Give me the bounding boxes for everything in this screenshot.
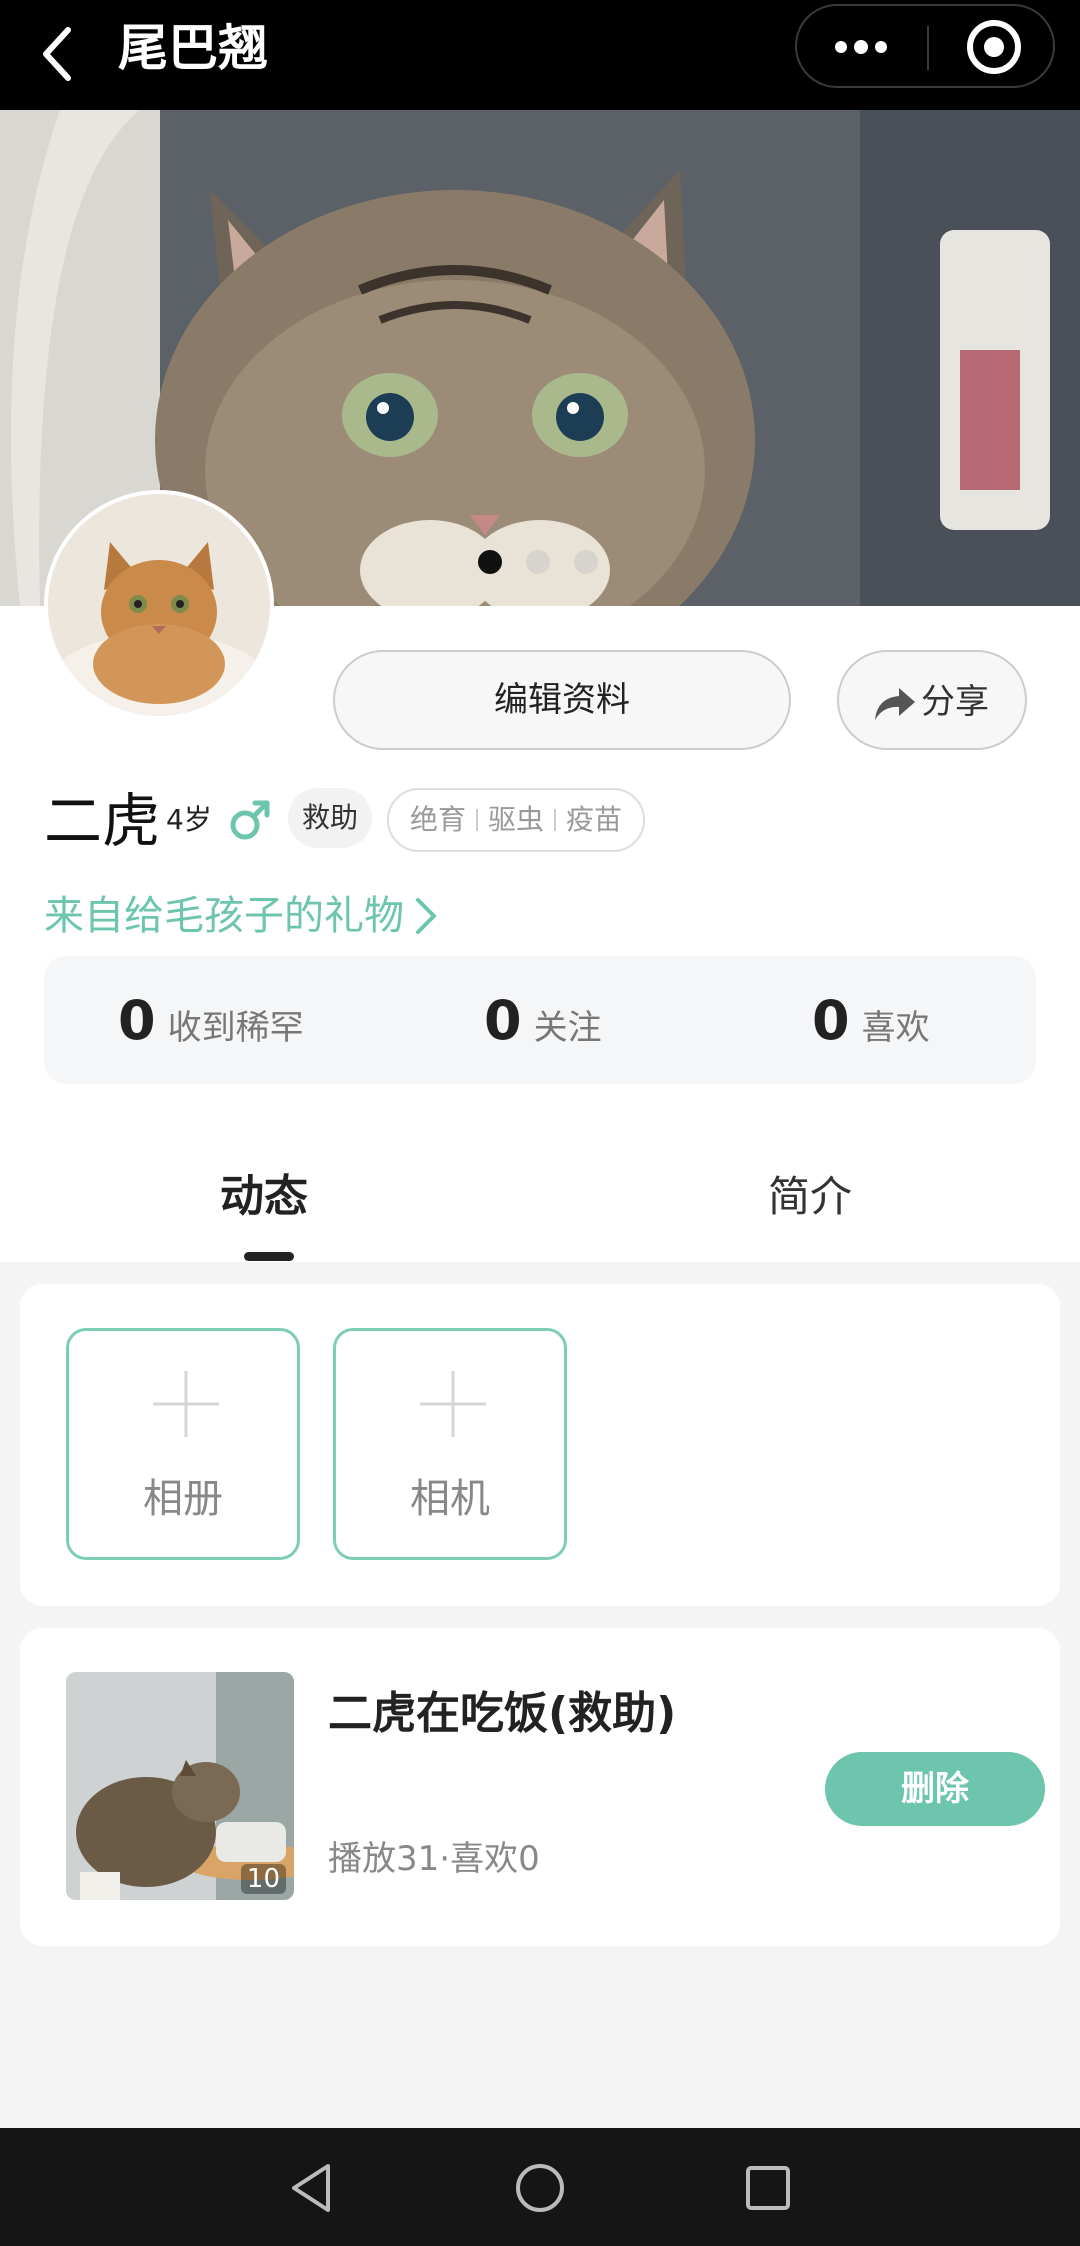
post-title: 二虎在吃饭(救助)	[328, 1688, 677, 1739]
carousel-dot	[526, 550, 550, 574]
chevron-right-icon	[416, 898, 436, 934]
upload-card: 相册 相机	[20, 1284, 1060, 1606]
pet-avatar[interactable]	[44, 490, 274, 720]
album-label: 相册	[143, 1476, 223, 1522]
capsule-divider	[927, 26, 929, 70]
rescue-tag: 救助	[288, 788, 372, 848]
stat-value: 0	[484, 989, 522, 1052]
male-gender-icon	[230, 800, 270, 840]
page-title: 尾巴翘	[118, 19, 268, 77]
stat-label: 关注	[533, 1008, 602, 1048]
carousel-dot	[574, 550, 598, 574]
carousel-indicator	[478, 550, 608, 574]
pet-name: 二虎	[44, 787, 161, 855]
tab-feed[interactable]: 动态	[220, 1162, 308, 1232]
stat-value: 0	[812, 989, 850, 1052]
share-button[interactable]: 分享	[837, 650, 1027, 750]
nav-home-icon[interactable]	[512, 2160, 568, 2216]
stats-panel: 0 收到稀罕 0 关注 0 喜欢	[44, 956, 1036, 1084]
health-tag: 绝育	[409, 803, 466, 836]
share-button-label: 分享	[921, 682, 989, 722]
edit-profile-button[interactable]: 编辑资料	[333, 650, 791, 750]
share-arrow-icon	[875, 688, 915, 720]
stat-label: 收到稀罕	[167, 1008, 304, 1048]
back-arrow-icon[interactable]	[38, 22, 78, 86]
post-card[interactable]: 10 二虎在吃饭(救助) 播放31·喜欢0 删除	[20, 1628, 1060, 1946]
add-from-album-button[interactable]: 相册	[66, 1328, 300, 1560]
delete-post-button[interactable]: 删除	[825, 1752, 1045, 1826]
more-icon[interactable]	[833, 36, 889, 58]
stat-following[interactable]: 0 关注	[484, 986, 602, 1056]
nav-recent-apps-icon[interactable]	[742, 2162, 794, 2214]
post-thumbnail[interactable]: 10	[66, 1672, 294, 1900]
plus-icon	[420, 1371, 486, 1437]
system-navigation-bar	[0, 2128, 1080, 2246]
top-app-bar: 尾巴翘	[0, 0, 1080, 110]
stat-value: 0	[118, 989, 156, 1052]
mini-program-capsule	[795, 4, 1055, 88]
gift-link[interactable]: 来自给毛孩子的礼物	[44, 884, 438, 948]
pet-age: 4岁	[166, 803, 212, 836]
stat-label: 喜欢	[861, 1008, 930, 1048]
gift-link-label: 来自给毛孩子的礼物	[44, 893, 404, 939]
photo-count-badge: 10	[240, 1864, 286, 1894]
active-tab-indicator	[244, 1252, 294, 1261]
plus-icon	[153, 1371, 219, 1437]
tag-separator	[554, 809, 556, 831]
tab-intro[interactable]: 简介	[768, 1162, 852, 1232]
stat-likes[interactable]: 0 喜欢	[812, 986, 930, 1056]
health-tag: 疫苗	[566, 803, 623, 836]
camera-label: 相机	[410, 1476, 490, 1522]
health-tags: 绝育 驱虫 疫苗	[387, 788, 645, 852]
post-meta: 播放31·喜欢0	[328, 1839, 540, 1879]
carousel-dot-active	[478, 550, 502, 574]
health-tag: 驱虫	[487, 803, 544, 836]
add-from-camera-button[interactable]: 相机	[333, 1328, 567, 1560]
tag-separator	[475, 809, 478, 831]
close-miniprogram-icon[interactable]	[965, 18, 1023, 76]
nav-back-icon[interactable]	[284, 2160, 340, 2216]
stat-received-likes[interactable]: 0 收到稀罕	[118, 986, 304, 1056]
